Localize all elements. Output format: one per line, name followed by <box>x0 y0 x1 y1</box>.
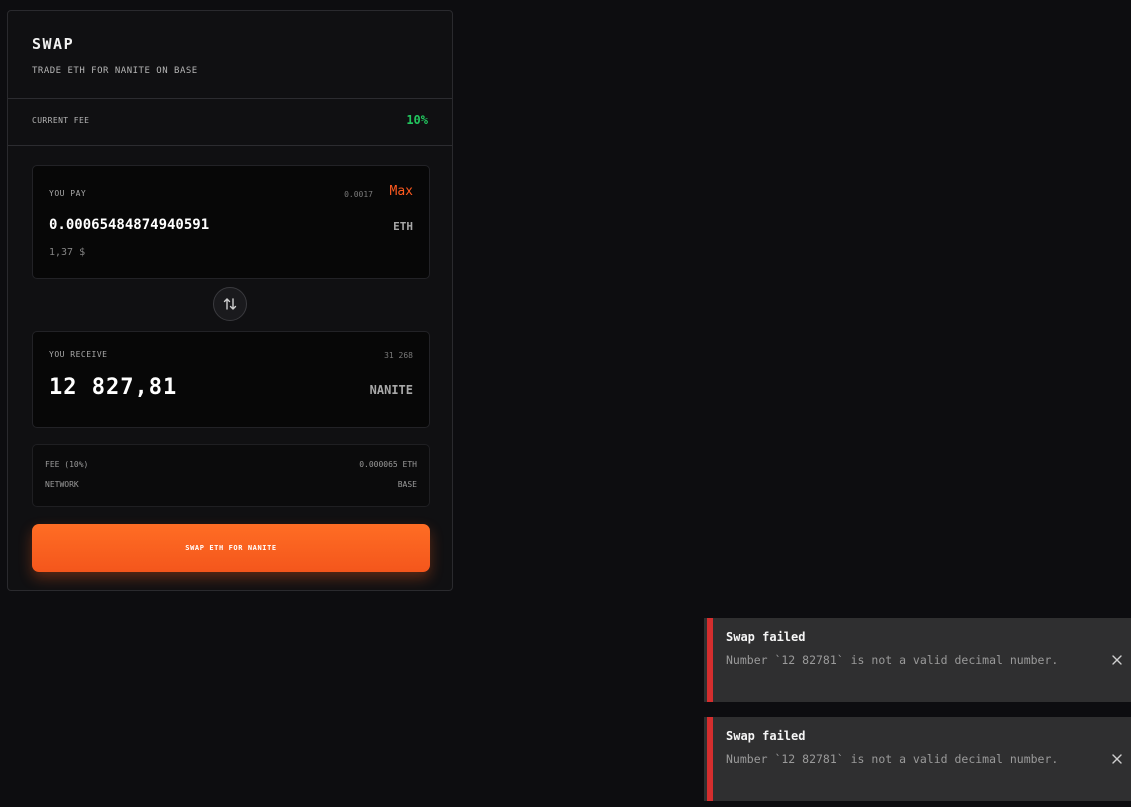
pay-token: ETH <box>393 220 413 233</box>
receive-amount: 12 827,81 <box>49 375 178 400</box>
pay-amount-input[interactable]: 0.00065484874940591 <box>49 217 209 233</box>
current-fee-label: CURRENT FEE <box>32 116 90 125</box>
close-icon[interactable] <box>1111 753 1123 765</box>
network-label: NETWORK <box>45 480 79 489</box>
toast-message: Number `12 82781` is not a valid decimal… <box>726 653 1059 667</box>
max-button[interactable]: Max <box>390 184 413 199</box>
receive-panel: YOU RECEIVE 31 268 12 827,81 NANITE <box>32 331 430 428</box>
swap-arrows-icon <box>223 298 237 310</box>
error-toast: Swap failed Number `12 82781` is not a v… <box>704 717 1131 801</box>
receive-token: NANITE <box>369 383 413 397</box>
toast-title: Swap failed <box>726 729 806 743</box>
network-detail-row: NETWORK BASE <box>45 480 417 489</box>
swap-button[interactable]: SWAP ETH FOR NANITE <box>32 524 430 572</box>
fee-detail-row: FEE (10%) 0.000065 ETH <box>45 460 417 469</box>
swap-details: FEE (10%) 0.000065 ETH NETWORK BASE <box>32 444 430 507</box>
swap-direction-button[interactable] <box>213 287 247 321</box>
fee-detail-value: 0.000065 ETH <box>359 460 417 469</box>
page-title: SWAP <box>32 35 75 53</box>
error-toast: Swap failed Number `12 82781` is not a v… <box>704 618 1131 702</box>
pay-panel: YOU PAY 0.0017 Max 0.00065484874940591 E… <box>32 165 430 279</box>
fee-detail-label: FEE (10%) <box>45 460 89 469</box>
pay-balance: 0.0017 <box>344 190 373 199</box>
toast-error-bar <box>707 618 713 702</box>
current-fee-row: CURRENT FEE 10% <box>8 99 452 145</box>
page-subtitle: TRADE ETH FOR NANITE ON BASE <box>32 66 198 76</box>
current-fee-value: 10% <box>406 113 428 127</box>
pay-usd-value: 1,37 $ <box>49 247 86 258</box>
toast-message: Number `12 82781` is not a valid decimal… <box>726 752 1059 766</box>
receive-balance: 31 268 <box>384 351 413 360</box>
swap-card: SWAP TRADE ETH FOR NANITE ON BASE CURREN… <box>7 10 453 591</box>
network-value: BASE <box>397 480 417 489</box>
receive-label: YOU RECEIVE <box>49 350 108 359</box>
toast-error-bar <box>707 717 713 801</box>
toast-title: Swap failed <box>726 630 806 644</box>
pay-label: YOU PAY <box>49 189 87 198</box>
divider <box>8 145 452 146</box>
close-icon[interactable] <box>1111 654 1123 666</box>
card-header: SWAP TRADE ETH FOR NANITE ON BASE <box>8 11 452 98</box>
